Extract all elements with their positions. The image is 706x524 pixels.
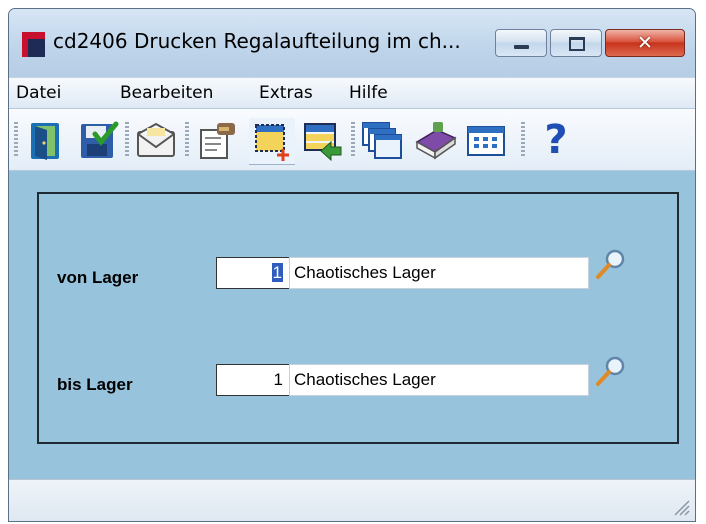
von-lager-name-field: Chaotisches Lager (289, 257, 589, 289)
minimize-button[interactable] (495, 29, 547, 57)
form-panel (37, 192, 679, 444)
list-import-icon[interactable] (299, 118, 345, 164)
menu-extras[interactable]: Extras (259, 83, 313, 103)
close-icon: ✕ (637, 32, 653, 54)
exit-door-icon[interactable] (23, 118, 69, 164)
help-icon[interactable]: ? (533, 118, 579, 164)
windows-icon[interactable] (359, 118, 405, 164)
bis-lager-label: bis Lager (57, 375, 133, 394)
maximize-icon (569, 37, 585, 51)
toolbar-separator (14, 122, 18, 156)
menu-datei[interactable]: Datei (16, 83, 61, 103)
von-lager-number-value: 1 (271, 263, 283, 282)
status-bar (9, 479, 695, 521)
von-lager-label: von Lager (57, 268, 139, 287)
search-icon[interactable] (593, 354, 629, 388)
save-icon[interactable] (75, 118, 121, 164)
toolbar-separator (125, 122, 129, 156)
von-lager-number-input[interactable]: 1 (216, 257, 290, 289)
app-logo-icon[interactable] (22, 32, 45, 57)
selection-icon[interactable] (249, 118, 295, 165)
toolbar-separator (185, 122, 189, 156)
menu-hilfe[interactable]: Hilfe (349, 83, 388, 103)
bis-lager-number-input[interactable]: 1 (216, 364, 290, 396)
close-button[interactable]: ✕ (605, 29, 685, 57)
app-window: cd2406 Drucken Regalaufteilung im ch... … (8, 8, 696, 522)
maximize-button[interactable] (550, 29, 602, 57)
toolbar-separator (521, 122, 525, 156)
toolbar: ? (9, 109, 695, 171)
title-bar[interactable]: cd2406 Drucken Regalaufteilung im ch... … (9, 9, 695, 77)
search-icon[interactable] (593, 247, 629, 281)
toolbar-separator (351, 122, 355, 156)
calendar-grid-icon[interactable] (463, 118, 509, 164)
bis-lager-name-field: Chaotisches Lager (289, 364, 589, 396)
form-area (9, 171, 695, 479)
menu-bearbeiten[interactable]: Bearbeiten (120, 83, 213, 103)
minimize-icon (514, 45, 529, 49)
menu-bar: Datei Bearbeiten Extras Hilfe (9, 77, 695, 109)
resize-grip-icon[interactable] (669, 495, 691, 517)
printer-edit-icon[interactable] (193, 118, 239, 164)
book-icon[interactable] (413, 118, 459, 164)
window-title: cd2406 Drucken Regalaufteilung im ch... (53, 29, 461, 53)
envelope-icon[interactable] (133, 118, 179, 164)
